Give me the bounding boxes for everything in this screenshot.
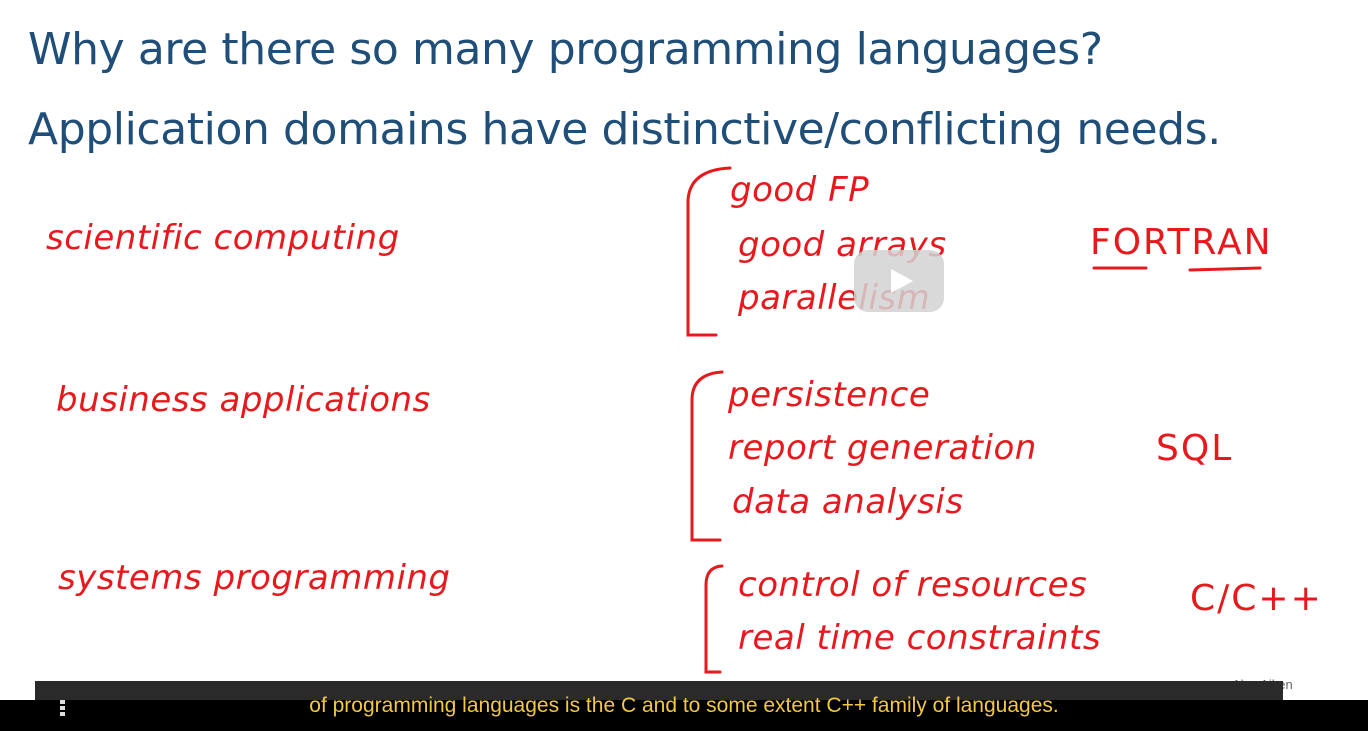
bracket-systems (704, 564, 724, 674)
menu-dots-icon[interactable] (58, 699, 66, 719)
closed-caption: of programming languages is the C and to… (309, 694, 1059, 717)
underline-fortran-2 (1188, 266, 1262, 272)
play-icon (891, 269, 913, 293)
handwriting-strokes (686, 166, 1262, 674)
play-button[interactable] (854, 250, 944, 312)
slide: Why are there so many programming langua… (0, 0, 1368, 731)
bracket-business (690, 370, 724, 542)
bracket-scientific (686, 166, 732, 337)
